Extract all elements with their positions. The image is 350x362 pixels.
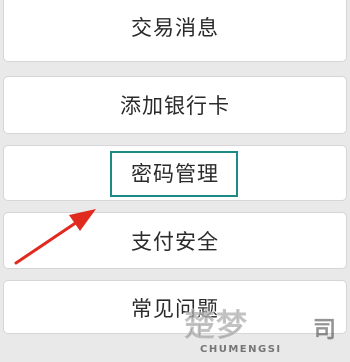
menu-item-password-management[interactable]: 密码管理: [3, 145, 347, 201]
settings-menu-screen: 交易消息 添加银行卡 密码管理 支付安全 常见问题 楚梦 司 CHUMENGSI: [0, 0, 350, 362]
menu-item-add-bank-card[interactable]: 添加银行卡: [3, 76, 347, 134]
menu-item-label: 添加银行卡: [120, 94, 230, 118]
menu-item-faq[interactable]: 常见问题: [3, 280, 347, 334]
watermark-subtitle: CHUMENGSI: [200, 344, 282, 355]
menu-item-transaction-messages[interactable]: 交易消息: [3, 0, 347, 62]
menu-item-label: 常见问题: [131, 297, 219, 321]
menu-item-label: 交易消息: [131, 16, 219, 40]
menu-item-label: 支付安全: [131, 229, 219, 254]
menu-item-payment-security[interactable]: 支付安全: [3, 212, 347, 269]
menu-item-label: 密码管理: [131, 162, 219, 186]
